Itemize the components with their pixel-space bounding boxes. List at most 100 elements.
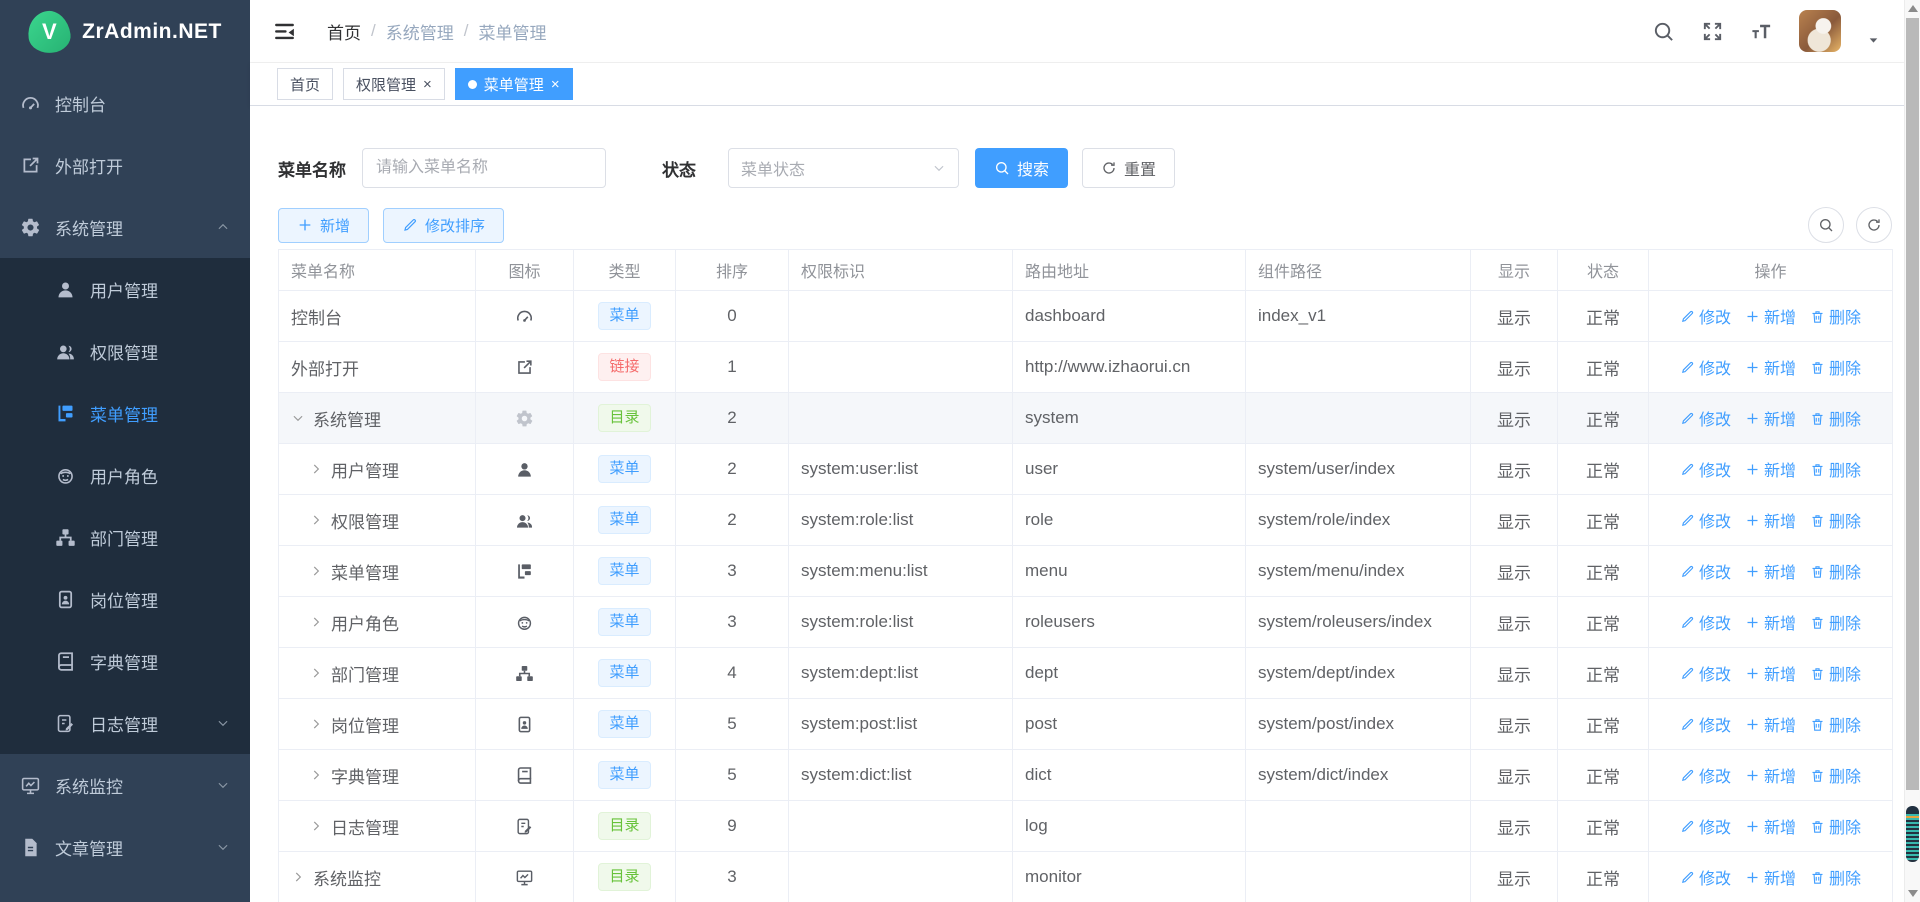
expand-row-icon[interactable]: [309, 819, 323, 833]
edit-icon: [1680, 717, 1695, 732]
breadcrumb-item: 菜单管理: [478, 19, 546, 44]
edit-link[interactable]: 修改: [1680, 712, 1731, 736]
status-label: 状态: [662, 156, 696, 181]
search-icon[interactable]: [1652, 20, 1675, 43]
scrollbar-down-arrow[interactable]: [1908, 890, 1918, 897]
cell-perm: [789, 801, 1013, 852]
breadcrumb-item[interactable]: 首页: [327, 19, 361, 44]
sidebar-item-monitor[interactable]: 系统监控: [0, 754, 250, 816]
menu-status-select[interactable]: 菜单状态: [728, 148, 959, 188]
edit-link[interactable]: 修改: [1680, 355, 1731, 379]
menu-name-text: 用户管理: [331, 457, 399, 482]
font-size-icon[interactable]: [1750, 20, 1773, 43]
add-link[interactable]: 新增: [1745, 610, 1796, 634]
cell-route: dept: [1013, 648, 1246, 699]
add-link[interactable]: 新增: [1745, 865, 1796, 889]
sidebar-item-dashboard[interactable]: 控制台: [0, 72, 250, 134]
delete-link[interactable]: 删除: [1810, 559, 1861, 583]
add-link[interactable]: 新增: [1745, 712, 1796, 736]
edit-link[interactable]: 修改: [1680, 406, 1731, 430]
collapse-row-icon[interactable]: [291, 411, 305, 425]
sidebar-item-role[interactable]: 权限管理: [0, 320, 250, 382]
delete-link[interactable]: 删除: [1810, 814, 1861, 838]
delete-link[interactable]: 删除: [1810, 355, 1861, 379]
fullscreen-icon[interactable]: [1701, 20, 1724, 43]
sidebar-item-menu[interactable]: 菜单管理: [0, 382, 250, 444]
add-link[interactable]: 新增: [1745, 814, 1796, 838]
refresh-table-button[interactable]: [1856, 207, 1892, 243]
delete-link[interactable]: 删除: [1810, 865, 1861, 889]
sidebar-item-log[interactable]: 日志管理: [0, 692, 250, 754]
expand-row-icon[interactable]: [309, 462, 323, 476]
table-row-dashboard: 控制台菜单0dashboardindex_v1显示正常修改新增删除: [279, 291, 1893, 342]
add-link[interactable]: 新增: [1745, 763, 1796, 787]
scrollbar-thumb[interactable]: [1906, 18, 1919, 790]
type-tag: 菜单: [598, 455, 650, 483]
delete-link[interactable]: 删除: [1810, 406, 1861, 430]
add-link[interactable]: 新增: [1745, 508, 1796, 532]
reset-button[interactable]: 重置: [1082, 148, 1175, 188]
edit-link[interactable]: 修改: [1680, 661, 1731, 685]
add-link[interactable]: 新增: [1745, 304, 1796, 328]
delete-link[interactable]: 删除: [1810, 763, 1861, 787]
edit-link[interactable]: 修改: [1680, 508, 1731, 532]
sidebar-item-external[interactable]: 外部打开: [0, 134, 250, 196]
delete-link[interactable]: 删除: [1810, 712, 1861, 736]
close-tab-icon[interactable]: ×: [551, 77, 560, 92]
delete-link[interactable]: 删除: [1810, 457, 1861, 481]
tab-home[interactable]: 首页: [277, 68, 333, 100]
type-tag: 菜单: [598, 761, 650, 789]
add-button[interactable]: 新增: [278, 208, 369, 243]
app-logo[interactable]: V ZrAdmin.NET: [0, 0, 250, 64]
tab-menu[interactable]: 菜单管理×: [455, 68, 573, 100]
tab-role[interactable]: 权限管理×: [343, 68, 445, 100]
scrollbar-up-arrow[interactable]: [1908, 5, 1918, 12]
breadcrumb-item: 系统管理: [386, 19, 454, 44]
edit-link[interactable]: 修改: [1680, 814, 1731, 838]
expand-row-icon[interactable]: [291, 870, 305, 884]
edit-link[interactable]: 修改: [1680, 457, 1731, 481]
cell-name: 用户管理: [279, 444, 476, 495]
edit-link[interactable]: 修改: [1680, 865, 1731, 889]
add-link[interactable]: 新增: [1745, 559, 1796, 583]
delete-link[interactable]: 删除: [1810, 508, 1861, 532]
delete-link[interactable]: 删除: [1810, 610, 1861, 634]
sidebar-item-article[interactable]: 文章管理: [0, 816, 250, 878]
show-search-button[interactable]: [1808, 207, 1844, 243]
avatar-caret-down-icon[interactable]: [1867, 34, 1880, 47]
page-scrollbar[interactable]: [1904, 0, 1920, 902]
cell-perm: system:role:list: [789, 597, 1013, 648]
name-cell: 用户角色: [291, 610, 463, 635]
delete-link[interactable]: 删除: [1810, 304, 1861, 328]
add-link[interactable]: 新增: [1745, 406, 1796, 430]
sidebar-collapse-icon[interactable]: [272, 19, 297, 44]
user-avatar[interactable]: [1799, 10, 1841, 52]
expand-row-icon[interactable]: [309, 666, 323, 680]
add-link[interactable]: 新增: [1745, 457, 1796, 481]
sidebar-item-post[interactable]: 岗位管理: [0, 568, 250, 630]
close-tab-icon[interactable]: ×: [423, 77, 432, 92]
expand-row-icon[interactable]: [309, 717, 323, 731]
expand-row-icon[interactable]: [309, 513, 323, 527]
delete-link[interactable]: 删除: [1810, 661, 1861, 685]
sidebar-item-dict[interactable]: 字典管理: [0, 630, 250, 692]
search-button[interactable]: 搜索: [975, 148, 1068, 188]
edit-link[interactable]: 修改: [1680, 559, 1731, 583]
expand-row-icon[interactable]: [309, 564, 323, 578]
table-row-dict: 字典管理菜单5system:dict:listdictsystem/dict/i…: [279, 750, 1893, 801]
expand-row-icon[interactable]: [309, 615, 323, 629]
logo-letter: V: [42, 19, 57, 45]
edit-sort-button[interactable]: 修改排序: [383, 208, 504, 243]
add-link[interactable]: 新增: [1745, 661, 1796, 685]
sidebar-item-system[interactable]: 系统管理: [0, 196, 250, 258]
edit-link[interactable]: 修改: [1680, 304, 1731, 328]
cell-route: menu: [1013, 546, 1246, 597]
sidebar-item-roleusers[interactable]: 用户角色: [0, 444, 250, 506]
sidebar-item-user[interactable]: 用户管理: [0, 258, 250, 320]
menu-name-input[interactable]: [362, 148, 606, 188]
sidebar-item-dept[interactable]: 部门管理: [0, 506, 250, 568]
edit-link[interactable]: 修改: [1680, 763, 1731, 787]
expand-row-icon[interactable]: [309, 768, 323, 782]
add-link[interactable]: 新增: [1745, 355, 1796, 379]
edit-link[interactable]: 修改: [1680, 610, 1731, 634]
